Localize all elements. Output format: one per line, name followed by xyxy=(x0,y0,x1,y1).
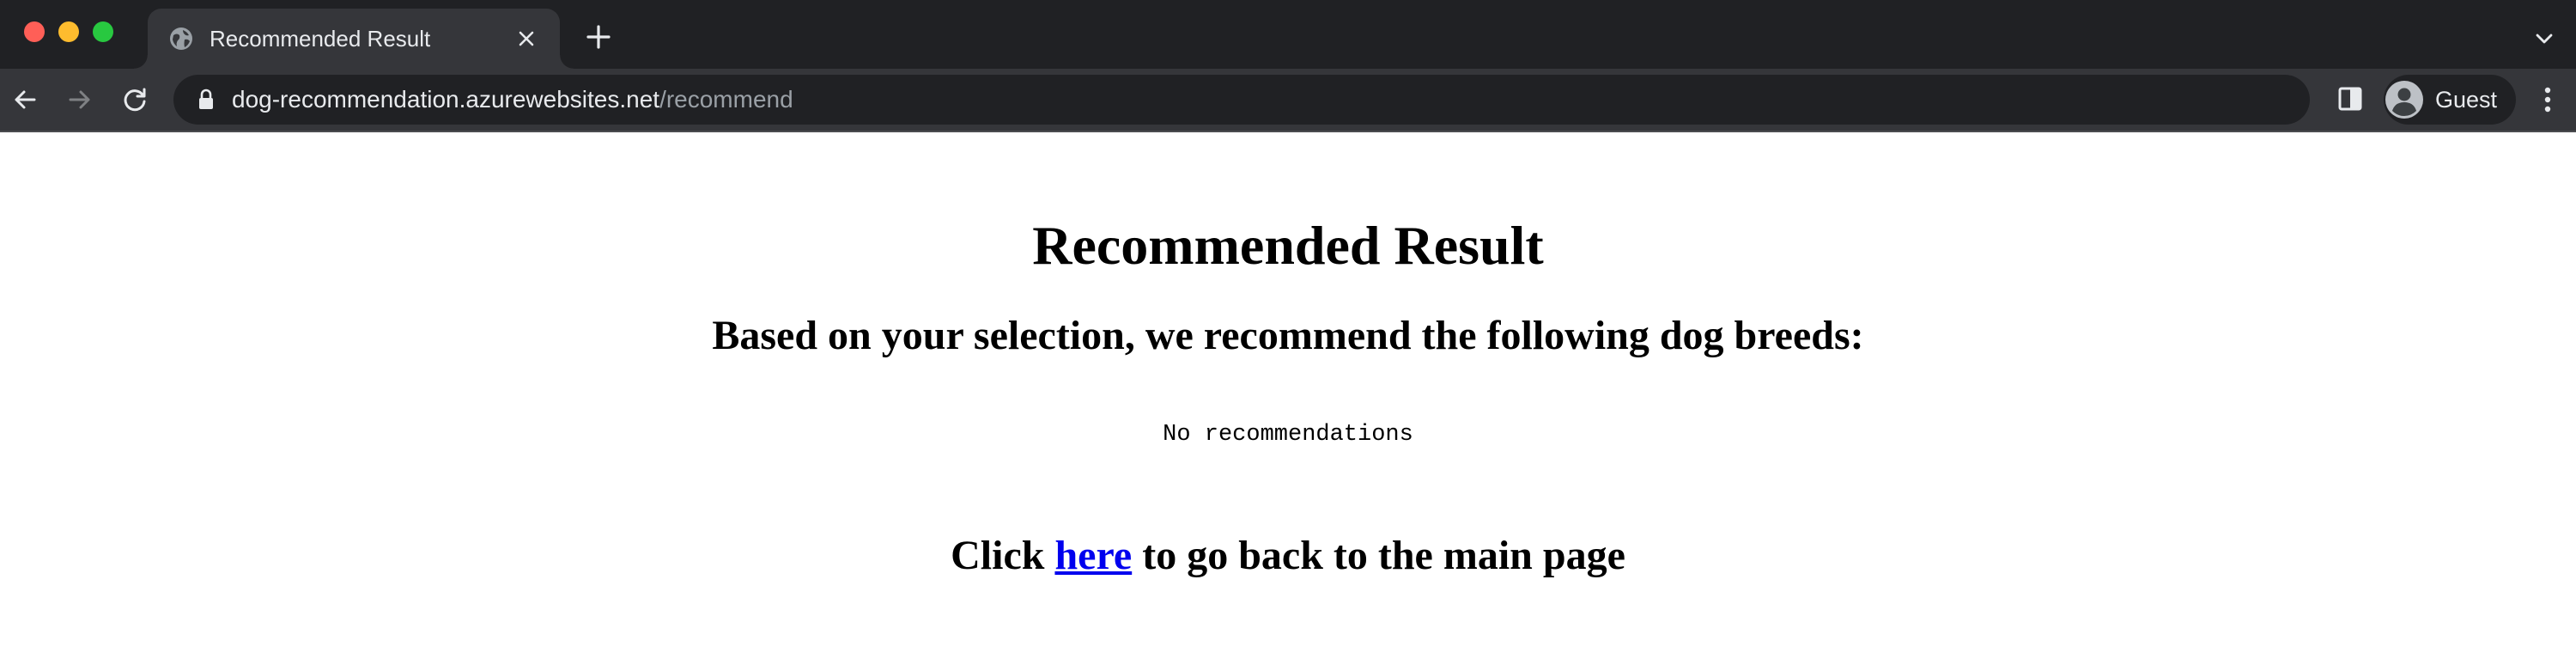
close-icon[interactable] xyxy=(513,26,539,52)
back-link[interactable]: here xyxy=(1054,533,1132,578)
lock-icon[interactable] xyxy=(197,88,215,112)
page-title: Recommended Result xyxy=(1032,215,1544,276)
reload-icon[interactable] xyxy=(118,83,151,116)
recommendation-result: No recommendations xyxy=(1163,422,1413,448)
arrow-left-icon[interactable] xyxy=(9,83,41,116)
url-host: dog-recommendation.azurewebsites.net xyxy=(232,86,660,113)
window-maximize-button[interactable] xyxy=(93,21,113,42)
browser-toolbar: dog-recommendation.azurewebsites.net/rec… xyxy=(0,69,2576,132)
kebab-menu-icon[interactable] xyxy=(2535,84,2561,115)
profile-label: Guest xyxy=(2435,87,2498,113)
window-minimize-button[interactable] xyxy=(58,21,79,42)
page-subtitle: Based on your selection, we recommend th… xyxy=(712,313,1864,358)
arrow-right-icon[interactable] xyxy=(64,83,96,116)
side-panel-icon[interactable] xyxy=(2336,84,2365,113)
chevron-down-icon[interactable] xyxy=(2531,26,2557,52)
url-text[interactable]: dog-recommendation.azurewebsites.net/rec… xyxy=(232,86,793,113)
back-suffix: to go back to the main page xyxy=(1132,533,1625,578)
back-instruction: Click here to go back to the main page xyxy=(0,531,2576,581)
tab-recommended-result[interactable]: Recommended Result xyxy=(134,9,574,69)
window-close-button[interactable] xyxy=(24,21,45,42)
url-path: /recommend xyxy=(659,86,793,113)
page-content: Recommended Result Based on your selecti… xyxy=(0,132,2576,665)
address-bar[interactable]: dog-recommendation.azurewebsites.net/rec… xyxy=(173,75,2310,125)
back-prefix: Click xyxy=(951,533,1055,578)
globe-icon xyxy=(170,27,192,50)
plus-icon[interactable] xyxy=(584,22,613,52)
person-icon xyxy=(2385,81,2423,119)
tab-strip: Recommended Result xyxy=(0,0,2576,69)
tab-title: Recommended Result xyxy=(210,26,431,52)
profile-button[interactable]: Guest xyxy=(2384,75,2516,125)
